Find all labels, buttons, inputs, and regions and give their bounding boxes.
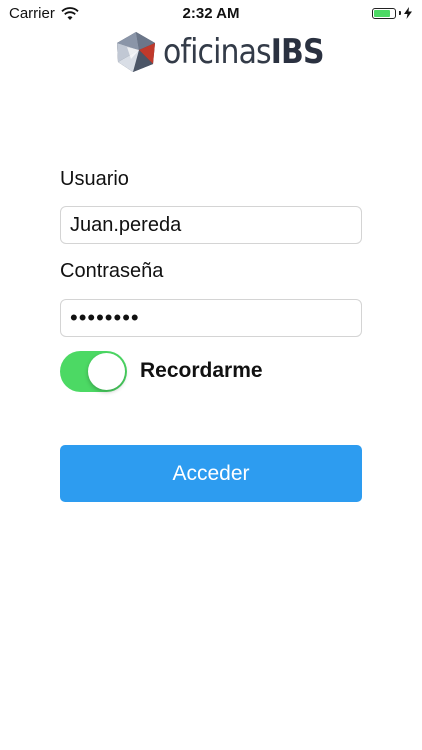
- username-input[interactable]: [60, 206, 362, 244]
- logo-text-bold: IBS: [270, 32, 325, 72]
- battery-body: [372, 7, 396, 19]
- password-label: Contraseña: [60, 260, 164, 282]
- password-input[interactable]: ••••••••: [60, 299, 362, 337]
- logo-mark-icon: [117, 32, 155, 72]
- battery-icon: [372, 7, 412, 19]
- battery-fill: [374, 9, 390, 17]
- logo-text: oficinasIBS: [163, 32, 325, 72]
- remember-me-toggle[interactable]: [60, 351, 127, 392]
- username-label: Usuario: [60, 168, 129, 190]
- battery-tip: [399, 11, 401, 15]
- brand-logo: oficinasIBS: [113, 28, 346, 76]
- toggle-knob[interactable]: [88, 353, 125, 390]
- charging-bolt-icon: [404, 7, 412, 19]
- remember-me-label: Recordarme: [140, 359, 263, 382]
- logo-text-regular: oficinas: [163, 32, 272, 72]
- status-bar: Carrier 2:32 AM: [0, 0, 422, 26]
- login-button[interactable]: Acceder: [60, 445, 362, 502]
- clock: 2:32 AM: [182, 5, 240, 22]
